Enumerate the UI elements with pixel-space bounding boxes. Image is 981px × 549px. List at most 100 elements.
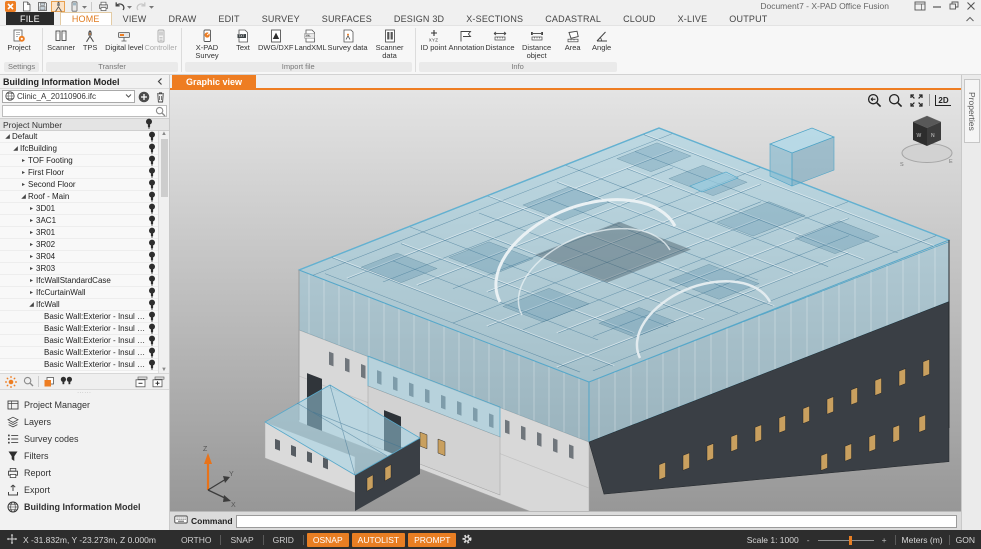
visibility-bulb-icon[interactable] (146, 311, 158, 322)
redo-button[interactable] (134, 1, 148, 12)
collapse-ribbon-button[interactable] (963, 13, 977, 25)
tree-item-ifccurtainwall[interactable]: ▸IfcCurtainWall (0, 287, 158, 299)
tree-item-3r04[interactable]: ▸3R04 (0, 251, 158, 263)
add-file-button[interactable] (137, 90, 151, 103)
visibility-bulb-icon[interactable] (146, 191, 158, 202)
sidebar-item-project-manager[interactable]: Project Manager (0, 396, 169, 413)
ifc-file-select[interactable]: Clinic_A_20110906.ifc (2, 90, 135, 103)
tree-expander-icon[interactable]: ▸ (27, 229, 36, 236)
view-2d-button[interactable]: 2D (935, 92, 951, 108)
window-layout-button[interactable] (911, 0, 928, 12)
visibility-bulb-icon[interactable] (146, 179, 158, 190)
tree-item-3ac1[interactable]: ▸3AC1 (0, 215, 158, 227)
settings-gear-button[interactable] (461, 533, 473, 547)
visibility-bulb-icon[interactable] (146, 323, 158, 334)
caret-down-icon[interactable] (127, 1, 133, 12)
zoom-window-button[interactable] (887, 92, 903, 108)
visibility-bulb-icon[interactable] (146, 143, 158, 154)
visibility-bulb-icon[interactable] (146, 287, 158, 298)
ribbon-scanner-data-button[interactable]: Scanner data (369, 27, 411, 60)
tree-item-default[interactable]: ◢Default (0, 131, 158, 143)
tree-expander-icon[interactable]: ◢ (3, 133, 12, 140)
collapse-all-button[interactable] (134, 375, 148, 389)
visibility-bulb-icon[interactable] (146, 239, 158, 250)
angle-unit-button[interactable]: GON (956, 535, 975, 545)
tree-search-input[interactable] (2, 105, 167, 117)
tree-expander-icon[interactable]: ▸ (27, 205, 36, 212)
ribbon-area-button[interactable]: Area (559, 27, 587, 52)
tree-expander-icon[interactable]: ◢ (27, 301, 36, 308)
tree-expander-icon[interactable]: ◢ (11, 145, 20, 152)
toggle-prompt[interactable]: PROMPT (408, 533, 456, 547)
visibility-bulb-icon[interactable] (146, 335, 158, 346)
graphic-viewport[interactable]: S E W N (170, 90, 961, 511)
visibility-bulb-icon[interactable] (146, 359, 158, 370)
zoom-previous-button[interactable] (866, 92, 882, 108)
minimize-button[interactable] (928, 0, 945, 12)
tree-header-row[interactable]: Project Number (0, 118, 169, 131)
restore-button[interactable] (945, 0, 962, 12)
ribbon-digital-level-button[interactable]: Digital level (105, 27, 143, 52)
ribbon-scanner-button[interactable]: Scanner (47, 27, 75, 52)
scroll-down-icon[interactable]: ▼ (161, 367, 167, 373)
visibility-bulb-icon[interactable] (146, 203, 158, 214)
tree-item-ifcwallstandardcase[interactable]: ▸IfcWallStandardCase (0, 275, 158, 287)
visibility-bulb-icon[interactable] (146, 215, 158, 226)
scroll-up-icon[interactable]: ▲ (161, 131, 167, 137)
toggle-snap[interactable]: SNAP (224, 533, 259, 547)
ribbon-distance-object-button[interactable]: Distance object (516, 27, 558, 60)
tree-expander-icon[interactable]: ▸ (19, 169, 28, 176)
tree-expander-icon[interactable]: ▸ (27, 289, 36, 296)
tree-item-basic-wall-exterior-insul-panel-on[interactable]: Basic Wall:Exterior - Insul Panel on... (0, 359, 158, 371)
ribbon-survey-data-button[interactable]: Survey data (328, 27, 368, 52)
sidebar-item-layers[interactable]: Layers (0, 413, 169, 430)
tree-item-ifcwall[interactable]: ◢IfcWall (0, 299, 158, 311)
tree-expander-icon[interactable]: ▸ (19, 181, 28, 188)
tab-properties[interactable]: Properties (964, 79, 980, 143)
selection-layers-button[interactable] (42, 375, 56, 389)
scale-slider[interactable] (818, 535, 874, 545)
visibility-bulb-icon[interactable] (146, 155, 158, 166)
menu-tab-file[interactable]: FILE (6, 12, 54, 25)
tree-item-3r03[interactable]: ▸3R03 (0, 263, 158, 275)
undo-button[interactable] (112, 1, 126, 12)
zoom-to-button[interactable] (21, 375, 35, 389)
tree-item-ifcbuilding[interactable]: ◢IfcBuilding (0, 143, 158, 155)
tree-item-basic-wall-exterior-insul-panel-on[interactable]: Basic Wall:Exterior - Insul Panel on... (0, 323, 158, 335)
visibility-bulb-icon[interactable] (146, 275, 158, 286)
visibility-bulb-icon[interactable] (146, 299, 158, 310)
tree-expander-icon[interactable]: ◢ (19, 193, 28, 200)
toggle-grid[interactable]: GRID (267, 533, 300, 547)
tree-expander-icon[interactable]: ▸ (19, 157, 28, 164)
save-button[interactable] (35, 1, 49, 12)
ribbon-angle-button[interactable]: Angle (588, 27, 616, 52)
tree-expander-icon[interactable]: ▸ (27, 277, 36, 284)
zoom-extents-button[interactable] (908, 92, 924, 108)
sidebar-item-export[interactable]: Export (0, 481, 169, 498)
tree-item-roof-main[interactable]: ◢Roof - Main (0, 191, 158, 203)
command-input[interactable] (236, 515, 957, 528)
menu-tab-design-3d[interactable]: DESIGN 3D (383, 12, 455, 25)
menu-tab-edit[interactable]: EDIT (207, 12, 250, 25)
ribbon-annotation-button[interactable]: Annotation (449, 27, 485, 52)
scale-plus-button[interactable]: + (880, 535, 889, 545)
instrument-quick-button[interactable] (51, 1, 65, 12)
expand-all-button[interactable] (151, 375, 165, 389)
tree-item-basic-wall-exterior-insul-panel-on[interactable]: Basic Wall:Exterior - Insul Panel on... (0, 335, 158, 347)
tree-item-tof-footing[interactable]: ▸TOF Footing (0, 155, 158, 167)
visibility-button[interactable] (59, 375, 73, 389)
tree-expander-icon[interactable]: ▸ (27, 217, 36, 224)
toggle-osnap[interactable]: OSNAP (307, 533, 349, 547)
remove-file-button[interactable] (153, 90, 167, 103)
ribbon-tps-button[interactable]: TPS (76, 27, 104, 52)
units-button[interactable]: Meters (m) (902, 535, 943, 545)
caret-down-icon[interactable] (82, 1, 88, 12)
visibility-bulb-icon[interactable] (146, 227, 158, 238)
menu-tab-x-live[interactable]: X-LIVE (667, 12, 719, 25)
close-button[interactable] (962, 0, 979, 12)
visibility-bulb-icon[interactable] (146, 251, 158, 262)
scrollbar-thumb[interactable] (161, 139, 168, 197)
print-button[interactable] (96, 1, 110, 12)
visibility-bulb-icon[interactable] (146, 263, 158, 274)
ribbon-text-button[interactable]: TXTText (229, 27, 257, 52)
